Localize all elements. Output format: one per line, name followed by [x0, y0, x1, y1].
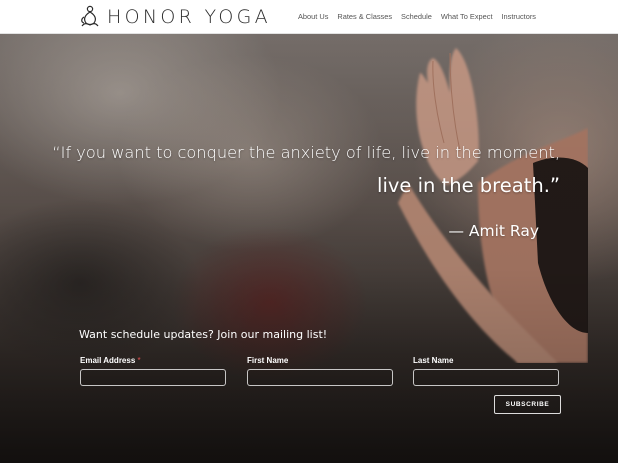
nav-schedule[interactable]: Schedule	[401, 12, 432, 21]
first-name-field[interactable]	[247, 369, 393, 386]
nav-rates-classes[interactable]: Rates & Classes	[337, 12, 392, 21]
yoga-lotus-figure-icon	[81, 5, 99, 27]
page: HONOR YOGA About Us Rates & Classes Sche…	[0, 0, 618, 463]
quote-author: — Amit Ray	[448, 222, 539, 240]
site-logo[interactable]: HONOR YOGA	[79, 4, 271, 30]
last-name-label: Last Name	[413, 356, 454, 365]
first-name-label: First Name	[247, 356, 289, 365]
nav-what-to-expect[interactable]: What To Expect	[441, 12, 493, 21]
nav-instructors[interactable]: Instructors	[502, 12, 537, 21]
nav-about-us[interactable]: About Us	[298, 12, 328, 21]
quote-line-1: “If you want to conquer the anxiety of l…	[52, 143, 560, 162]
main-nav: About Us Rates & Classes Schedule What T…	[298, 0, 536, 33]
required-marker: *	[137, 356, 141, 365]
email-label-text: Email Address	[80, 356, 136, 365]
mailing-list-heading: Want schedule updates? Join our mailing …	[79, 328, 328, 341]
last-name-field[interactable]	[413, 369, 559, 386]
logo-text: HONOR YOGA	[107, 6, 271, 28]
quote-line-2: live in the breath.”	[377, 174, 560, 197]
subscribe-button[interactable]: SUBSCRIBE	[494, 395, 561, 414]
email-field[interactable]	[80, 369, 226, 386]
site-header: HONOR YOGA About Us Rates & Classes Sche…	[0, 0, 618, 34]
email-label: Email Address *	[80, 356, 141, 365]
